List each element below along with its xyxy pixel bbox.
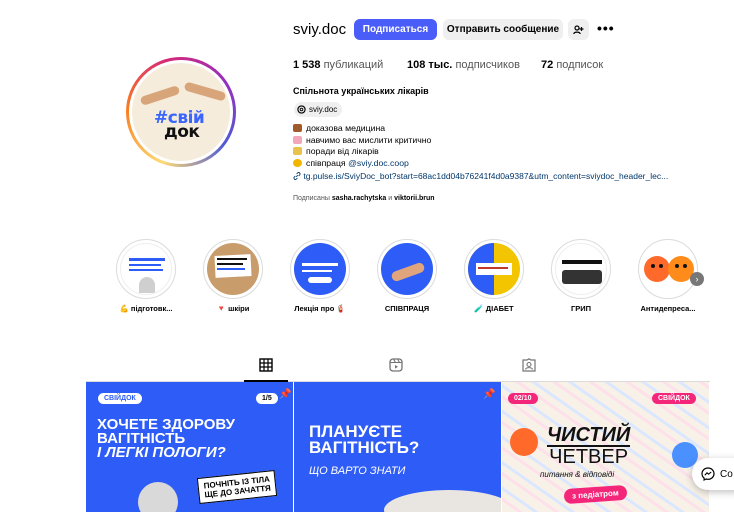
messenger-icon: [701, 467, 715, 481]
tab-tagged[interactable]: [522, 358, 538, 374]
belly-photo: [384, 490, 501, 512]
post-tile[interactable]: 02/10 СВІЙДОК ЧИСТИЙ ЧЕТВЕР питання & ві…: [502, 382, 709, 512]
grid-icon: [259, 358, 273, 372]
message-button[interactable]: Отправить сообщение: [443, 19, 563, 40]
add-user-button[interactable]: [568, 19, 589, 40]
messages-button[interactable]: Co: [692, 458, 734, 490]
bio: доказова медицина навчимо вас мислити кр…: [293, 123, 431, 169]
profile-link[interactable]: tg.pulse.is/SviyDoc_bot?start=68ac1dd04b…: [293, 171, 668, 181]
followers-stat[interactable]: 108 тыс. подписчиков: [407, 59, 520, 71]
heart-emoji-icon: [293, 158, 302, 167]
post-subheadline: ЩО ВАРТО ЗНАТИ: [309, 465, 406, 477]
pin-icon: 📌: [279, 389, 292, 400]
tagged-icon: [522, 358, 536, 372]
baby-photo: [138, 482, 178, 512]
tab-posts[interactable]: [259, 358, 275, 374]
highlight-item[interactable]: 🧪 ДІАБЕТ: [463, 239, 525, 313]
highlight-item[interactable]: ГРИП: [550, 239, 612, 313]
avatar-logo: #свій док: [154, 108, 205, 142]
bio-line: поради від лікарів: [293, 146, 431, 158]
brain-emoji-icon: [293, 135, 302, 144]
highlight-label: СПІВПРАЦЯ: [384, 304, 430, 313]
tab-reels[interactable]: [389, 358, 405, 374]
highlight-item[interactable]: Лекція про 🧯: [289, 239, 351, 313]
post-tile[interactable]: 📌 ПЛАНУЄТЕ ВАГІТНІСТЬ? ЩО ВАРТО ЗНАТИ: [294, 382, 501, 512]
profile-avatar[interactable]: #свій док: [126, 57, 236, 167]
post-brand-tag: СВІЙДОК: [652, 393, 696, 404]
sticker-face: [510, 428, 538, 456]
clipboard-emoji-icon: [293, 147, 302, 155]
add-user-icon: [573, 24, 584, 34]
highlight-item[interactable]: СПІВПРАЦЯ: [376, 239, 438, 313]
pin-icon: 📌: [483, 389, 496, 400]
post-brand-tag: СВІЙДОК: [98, 393, 142, 404]
post-tile[interactable]: СВІЙДОК 1/5 📌 ХОЧЕТЕ ЗДОРОВУ ВАГІТНІСТЬ …: [86, 382, 293, 512]
link-icon: [293, 172, 301, 180]
bio-line: співпраця @sviy.doc.coop: [293, 158, 431, 170]
highlight-label: 🧪 ДІАБЕТ: [474, 304, 514, 313]
more-options-icon[interactable]: •••: [597, 20, 615, 36]
pill-emoji-icon: [293, 124, 302, 132]
coop-mention-link[interactable]: @sviy.doc.coop: [348, 158, 409, 168]
highlights-next-button[interactable]: ›: [690, 272, 704, 286]
highlight-item[interactable]: 💪 підготовк...: [115, 239, 177, 313]
following-stat[interactable]: 72 подписок: [541, 59, 603, 71]
post-headline: ЧИСТИЙ ЧЕТВЕР: [547, 424, 631, 468]
reels-icon: [389, 358, 403, 372]
highlight-label: ГРИП: [570, 304, 592, 313]
bio-line: доказова медицина: [293, 123, 431, 135]
threads-icon: [297, 105, 306, 114]
chevron-right-icon: ›: [695, 274, 699, 284]
follow-button[interactable]: Подписаться: [354, 19, 437, 40]
post-subheadline: питання & відповіді: [540, 470, 615, 479]
post-date-tag: 02/10: [508, 393, 538, 404]
highlight-item[interactable]: 🔻 шкіри: [202, 239, 264, 313]
posts-stat: 1 538 публикаций: [293, 59, 384, 71]
threads-badge[interactable]: sviy.doc: [294, 102, 343, 117]
post-sticker: ПОЧНІТЬ ІЗ ТІЛА ЩЕ ДО ЗАЧАТТЯ: [196, 469, 278, 505]
highlight-label: Лекція про 🧯: [294, 304, 346, 313]
highlight-label: 💪 підготовк...: [119, 304, 173, 313]
carousel-counter: 1/5: [256, 393, 278, 404]
post-headline: ПЛАНУЄТЕ ВАГІТНІСТЬ?: [309, 422, 420, 457]
username: sviy.doc: [293, 21, 347, 38]
highlight-label: Антидепреса...: [640, 304, 696, 313]
bio-line: навчимо вас мислити критично: [293, 135, 431, 147]
post-headline: ХОЧЕТЕ ЗДОРОВУ ВАГІТНІСТЬ І ЛЕГКІ ПОЛОГИ…: [97, 416, 235, 461]
followed-by[interactable]: Подписаны sasha.rachytska и viktorii.bru…: [293, 195, 435, 202]
highlight-label: 🔻 шкіри: [216, 304, 250, 313]
full-name: Спільнота українських лікарів: [293, 86, 429, 96]
